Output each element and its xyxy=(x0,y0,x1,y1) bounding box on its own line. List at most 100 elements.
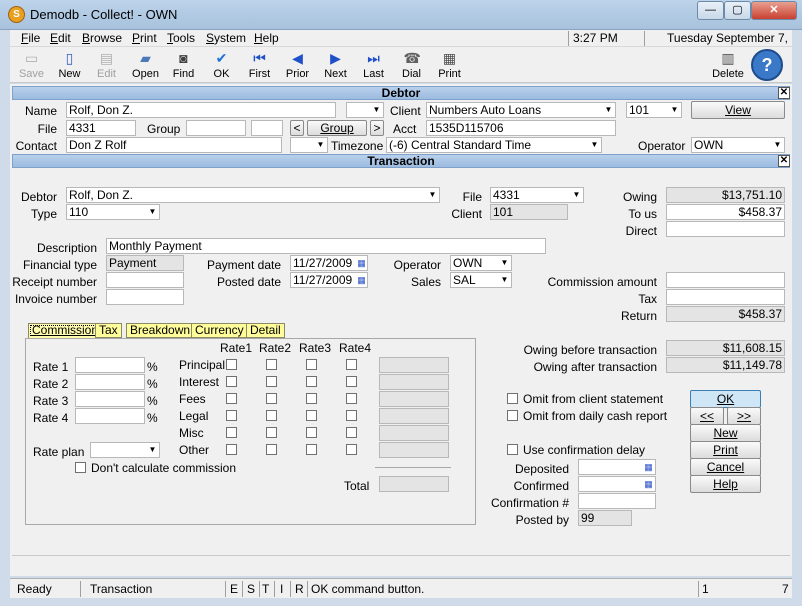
tab-breakdown[interactable]: Breakdown xyxy=(126,323,195,338)
interest-rate2-checkbox[interactable] xyxy=(266,376,277,387)
principal-rate2-checkbox[interactable] xyxy=(266,359,277,370)
tab-tax[interactable]: Tax xyxy=(95,323,122,338)
omit-cash-checkbox[interactable] xyxy=(507,410,518,421)
legal-rate4-checkbox[interactable] xyxy=(346,410,357,421)
rate2-field[interactable] xyxy=(75,374,145,390)
form-print-button[interactable]: Print xyxy=(690,441,761,459)
omit-client-checkbox[interactable] xyxy=(507,393,518,404)
form-new-button[interactable]: New xyxy=(690,424,761,442)
rate1-field[interactable] xyxy=(75,357,145,373)
open-button[interactable]: ▰ Open xyxy=(127,49,164,82)
find-button[interactable]: ◙ Find xyxy=(165,49,202,82)
group-button[interactable]: Group xyxy=(307,120,367,136)
close-transaction-icon[interactable]: ✕ xyxy=(778,155,790,167)
fees-rate4-checkbox[interactable] xyxy=(346,393,357,404)
prev-record-button[interactable]: << xyxy=(690,407,724,425)
other-rate4-checkbox[interactable] xyxy=(346,444,357,455)
legal-rate2-checkbox[interactable] xyxy=(266,410,277,421)
misc-rate4-checkbox[interactable] xyxy=(346,427,357,438)
tab-commission[interactable]: Commission xyxy=(28,323,103,338)
debtor-file-field[interactable]: 4331 xyxy=(66,120,136,136)
prior-button[interactable]: ◀ Prior xyxy=(279,49,316,82)
menu-browse[interactable]: Browse xyxy=(82,31,122,45)
menu-system[interactable]: System xyxy=(206,31,246,45)
view-button[interactable]: View xyxy=(691,101,785,119)
interest-rate4-checkbox[interactable] xyxy=(346,376,357,387)
sales-label: Sales xyxy=(410,275,441,289)
group-prev-button[interactable]: < xyxy=(290,120,304,136)
help-icon[interactable]: ? xyxy=(751,49,783,81)
interest-rate3-checkbox[interactable] xyxy=(306,376,317,387)
menu-help[interactable]: Help xyxy=(254,31,279,45)
menu-file[interactable]: File xyxy=(21,31,40,45)
next-record-button[interactable]: >> xyxy=(727,407,761,425)
interest-rate1-checkbox[interactable] xyxy=(226,376,237,387)
trans-debtor-field[interactable]: Rolf, Don Z. xyxy=(66,187,440,203)
ok-button[interactable]: ✔ OK xyxy=(203,49,240,82)
misc-rate3-checkbox[interactable] xyxy=(306,427,317,438)
debtor-client-field[interactable]: Numbers Auto Loans xyxy=(426,102,616,118)
to-us-field[interactable]: $458.37 xyxy=(666,204,785,220)
menu-print[interactable]: Print xyxy=(132,31,157,45)
principal-label: Principal xyxy=(179,358,226,372)
legal-rate3-checkbox[interactable] xyxy=(306,410,317,421)
title-bar: S Demodb - Collect! - OWN — ▢ ✕ xyxy=(0,0,802,30)
tab-detail[interactable]: Detail xyxy=(246,323,285,338)
tax-field[interactable] xyxy=(666,289,785,305)
form-ok-button[interactable]: OK xyxy=(690,390,761,408)
fees-rate3-checkbox[interactable] xyxy=(306,393,317,404)
delete-button[interactable]: ▥ Delete xyxy=(708,49,748,82)
other-rate3-checkbox[interactable] xyxy=(306,444,317,455)
debtor-acct-field[interactable]: 1535D115706 xyxy=(426,120,616,136)
close-window-button[interactable]: ✕ xyxy=(751,1,797,20)
tab-currency[interactable]: Currency xyxy=(191,323,248,338)
other-rate1-checkbox[interactable] xyxy=(226,444,237,455)
commission-amount-field[interactable] xyxy=(666,272,785,288)
first-button[interactable]: ⏮ First xyxy=(241,49,278,82)
debtor-group-field[interactable] xyxy=(186,120,246,136)
legal-rate1-checkbox[interactable] xyxy=(226,410,237,421)
calendar-icon[interactable]: ▦ xyxy=(643,479,654,490)
calendar-icon[interactable]: ▦ xyxy=(356,258,367,269)
form-cancel-button[interactable]: Cancel xyxy=(690,458,761,476)
menu-tools[interactable]: Tools xyxy=(167,31,195,45)
print-button[interactable]: ▦ Print xyxy=(431,49,468,82)
new-button[interactable]: ▯ New xyxy=(51,49,88,82)
principal-rate3-checkbox[interactable] xyxy=(306,359,317,370)
misc-rate1-checkbox[interactable] xyxy=(226,427,237,438)
group-next-button[interactable]: > xyxy=(370,120,384,136)
maximize-button[interactable]: ▢ xyxy=(724,1,751,20)
fees-rate2-checkbox[interactable] xyxy=(266,393,277,404)
calendar-icon[interactable]: ▦ xyxy=(643,462,654,473)
debtor-group-subfield[interactable] xyxy=(251,120,283,136)
rate4-field[interactable] xyxy=(75,408,145,424)
menu-edit[interactable]: Edit xyxy=(50,31,71,45)
save-button[interactable]: ▭ Save xyxy=(13,49,50,82)
financial-type-label: Financial type xyxy=(22,258,97,272)
principal-rate4-checkbox[interactable] xyxy=(346,359,357,370)
next-button[interactable]: ▶ Next xyxy=(317,49,354,82)
fees-rate1-checkbox[interactable] xyxy=(226,393,237,404)
confirmation-number-field[interactable] xyxy=(578,493,656,509)
use-delay-checkbox[interactable] xyxy=(507,444,518,455)
rate3-field[interactable] xyxy=(75,391,145,407)
close-debtor-icon[interactable]: ✕ xyxy=(778,87,790,99)
dial-button[interactable]: ☎ Dial xyxy=(393,49,430,82)
minimize-button[interactable]: — xyxy=(697,1,724,20)
dont-calculate-checkbox[interactable] xyxy=(75,462,86,473)
form-help-button[interactable]: Help xyxy=(690,475,761,493)
description-field[interactable]: Monthly Payment xyxy=(106,238,546,254)
principal-rate1-checkbox[interactable] xyxy=(226,359,237,370)
rate3-label: Rate 3 xyxy=(33,394,69,408)
last-button[interactable]: ⏭ Last xyxy=(355,49,392,82)
debtor-name-field[interactable]: Rolf, Don Z. xyxy=(66,102,336,118)
invoice-number-field[interactable] xyxy=(106,289,184,305)
debtor-timezone-field[interactable]: (-6) Central Standard Time xyxy=(386,137,602,153)
receipt-number-field[interactable] xyxy=(106,272,184,288)
debtor-contact-field[interactable]: Don Z Rolf xyxy=(66,137,282,153)
direct-field[interactable] xyxy=(666,221,785,237)
calendar-icon[interactable]: ▦ xyxy=(356,275,367,286)
other-rate2-checkbox[interactable] xyxy=(266,444,277,455)
edit-button[interactable]: ▤ Edit xyxy=(88,49,125,82)
misc-rate2-checkbox[interactable] xyxy=(266,427,277,438)
